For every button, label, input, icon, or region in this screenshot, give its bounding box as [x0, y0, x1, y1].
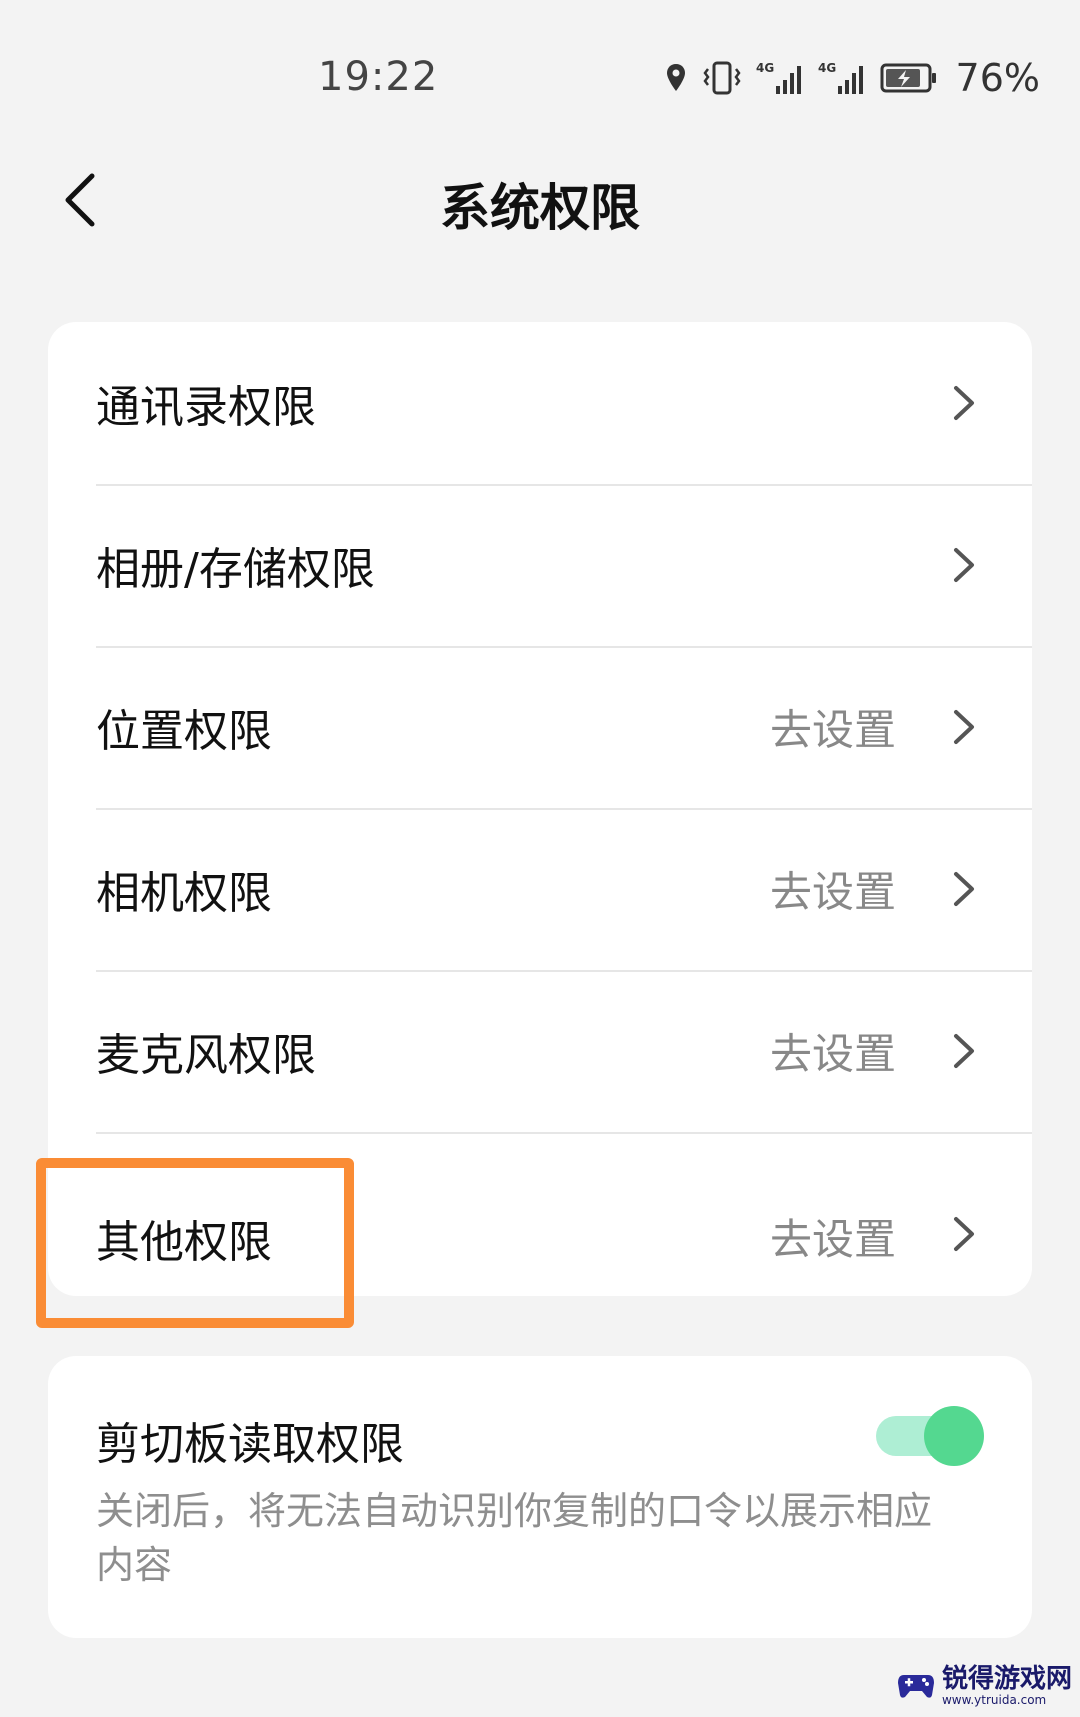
- permission-row-microphone[interactable]: 麦克风权限 去设置: [48, 970, 1032, 1132]
- watermark-url: www.ytruida.com: [941, 1693, 1047, 1707]
- location-icon: [666, 64, 685, 91]
- permission-row-location[interactable]: 位置权限 去设置: [48, 646, 1032, 808]
- permission-label: 相机权限: [96, 868, 272, 919]
- chevron-right-icon: [944, 1214, 984, 1254]
- chevron-right-icon: [944, 707, 984, 747]
- chevron-right-icon: [944, 1031, 984, 1071]
- watermark: 锐得游戏网 www.ytruida.com: [896, 1661, 1072, 1711]
- permission-label: 其他权限: [96, 1217, 272, 1268]
- permission-row-camera[interactable]: 相机权限 去设置: [48, 808, 1032, 970]
- permission-row-contacts[interactable]: 通讯录权限: [48, 322, 1032, 484]
- clipboard-title: 剪切板读取权限: [96, 1419, 404, 1470]
- permission-row-storage[interactable]: 相册/存储权限: [48, 484, 1032, 646]
- battery-percent: 76%: [955, 56, 1040, 100]
- go-settings-link[interactable]: 去设置: [770, 1021, 896, 1082]
- permission-label: 位置权限: [96, 706, 272, 757]
- status-bar: 19:22 4G 4G 76%: [0, 0, 1080, 160]
- svg-text:4G: 4G: [756, 61, 774, 75]
- battery-charging-icon: [880, 63, 936, 93]
- watermark-name: 锐得游戏网: [941, 1664, 1072, 1694]
- signal-4g-icon: 4G: [756, 61, 801, 94]
- svg-text:4G: 4G: [818, 61, 836, 75]
- chevron-right-icon: [944, 383, 984, 423]
- vibrate-icon: [702, 61, 741, 95]
- permission-row-other[interactable]: 其他权限 去设置: [48, 1132, 1032, 1294]
- permission-label: 相册/存储权限: [96, 544, 375, 595]
- toggle-knob: [924, 1406, 984, 1466]
- go-settings-link[interactable]: 去设置: [770, 1206, 896, 1267]
- clipboard-description: 关闭后，将无法自动识别你复制的口令以展示相应内容: [96, 1489, 933, 1587]
- signal-4g-icon: 4G: [818, 61, 863, 94]
- permissions-card: 通讯录权限 相册/存储权限 位置权限 去设置 相机权限 去设置 麦克风权限 去设…: [48, 322, 1032, 1296]
- header: 系统权限: [0, 150, 1080, 250]
- chevron-right-icon: [944, 545, 984, 585]
- permission-label: 麦克风权限: [96, 1030, 316, 1081]
- status-time: 19:22: [318, 54, 439, 100]
- page-title: 系统权限: [440, 179, 640, 237]
- gamepad-logo-icon: [897, 1675, 934, 1698]
- go-settings-link[interactable]: 去设置: [770, 697, 896, 758]
- chevron-right-icon: [944, 869, 984, 909]
- clipboard-card: 剪切板读取权限 关闭后，将无法自动识别你复制的口令以展示相应内容: [48, 1356, 1032, 1638]
- permission-label: 通讯录权限: [96, 382, 316, 433]
- clipboard-toggle[interactable]: [876, 1406, 984, 1466]
- status-icons: 4G 4G 76%: [664, 56, 1040, 100]
- go-settings-link[interactable]: 去设置: [770, 859, 896, 920]
